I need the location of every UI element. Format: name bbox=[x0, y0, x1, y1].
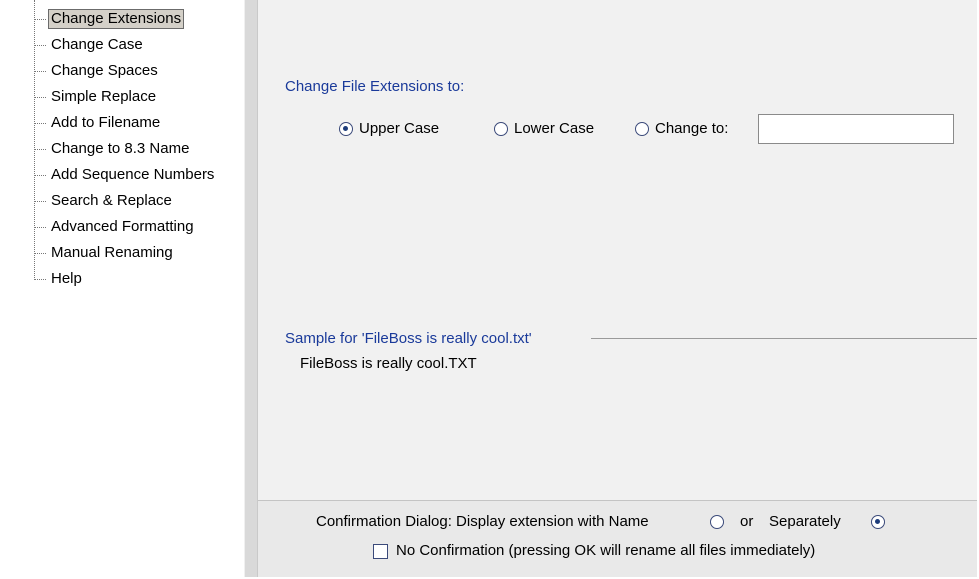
tree-item-label: Change to 8.3 Name bbox=[51, 140, 190, 157]
options-panel: Change File Extensions to: Upper Case Lo… bbox=[258, 0, 977, 500]
tree-item-label: Manual Renaming bbox=[51, 244, 173, 261]
tree-item-label: Advanced Formatting bbox=[51, 218, 194, 235]
tree-item-add-to-filename[interactable]: Add to Filename bbox=[34, 111, 244, 135]
upper-case-label[interactable]: Upper Case bbox=[359, 120, 439, 137]
tree-item-label: Search & Replace bbox=[51, 192, 172, 209]
tree-item-label: Change Case bbox=[51, 36, 143, 53]
tree-item-label: Add to Filename bbox=[51, 114, 161, 131]
display-separately-radio[interactable] bbox=[871, 515, 885, 529]
change-to-label[interactable]: Change to: bbox=[655, 120, 728, 137]
tree-item-change-extensions[interactable]: Change Extensions bbox=[34, 7, 244, 31]
tree-item-add-sequence-numbers[interactable]: Add Sequence Numbers bbox=[34, 163, 244, 187]
tree-item-change-spaces[interactable]: Change Spaces bbox=[34, 59, 244, 83]
pane-splitter[interactable] bbox=[244, 0, 258, 577]
lower-case-radio[interactable] bbox=[494, 122, 508, 136]
tree-item-change-case[interactable]: Change Case bbox=[34, 33, 244, 57]
tree-item-search-replace[interactable]: Search & Replace bbox=[34, 189, 244, 213]
tree-item-label: Change Spaces bbox=[51, 62, 158, 79]
change-to-extension-input[interactable] bbox=[758, 114, 954, 144]
confirmation-dialog-label: Confirmation Dialog: Display extension w… bbox=[316, 513, 649, 530]
tree-item-simple-replace[interactable]: Simple Replace bbox=[34, 85, 244, 109]
change-extensions-title: Change File Extensions to: bbox=[285, 78, 465, 95]
confirmation-panel: Confirmation Dialog: Display extension w… bbox=[258, 500, 977, 577]
tree-item-help[interactable]: Help bbox=[34, 267, 244, 291]
sample-result: FileBoss is really cool.TXT bbox=[300, 355, 477, 372]
change-to-radio[interactable] bbox=[635, 122, 649, 136]
sample-divider bbox=[591, 338, 977, 339]
display-with-name-radio[interactable] bbox=[710, 515, 724, 529]
no-confirmation-label[interactable]: No Confirmation (pressing OK will rename… bbox=[396, 542, 815, 559]
sample-title: Sample for 'FileBoss is really cool.txt' bbox=[285, 330, 532, 347]
or-label: or bbox=[740, 513, 754, 530]
separately-label[interactable]: Separately bbox=[769, 513, 841, 530]
tree-item-advanced-formatting[interactable]: Advanced Formatting bbox=[34, 215, 244, 239]
operation-tree: Change Extensions Change Case Change Spa… bbox=[10, 0, 244, 577]
tree-item-label: Add Sequence Numbers bbox=[51, 166, 215, 183]
tree-item-label: Change Extensions bbox=[48, 9, 185, 29]
upper-case-radio[interactable] bbox=[339, 122, 353, 136]
lower-case-label[interactable]: Lower Case bbox=[514, 120, 594, 137]
tree-item-label: Simple Replace bbox=[51, 88, 157, 105]
tree-item-change-to-8-3-name[interactable]: Change to 8.3 Name bbox=[34, 137, 244, 161]
tree-item-label: Help bbox=[51, 270, 82, 287]
tree-item-manual-renaming[interactable]: Manual Renaming bbox=[34, 241, 244, 265]
no-confirmation-checkbox[interactable] bbox=[373, 544, 388, 559]
